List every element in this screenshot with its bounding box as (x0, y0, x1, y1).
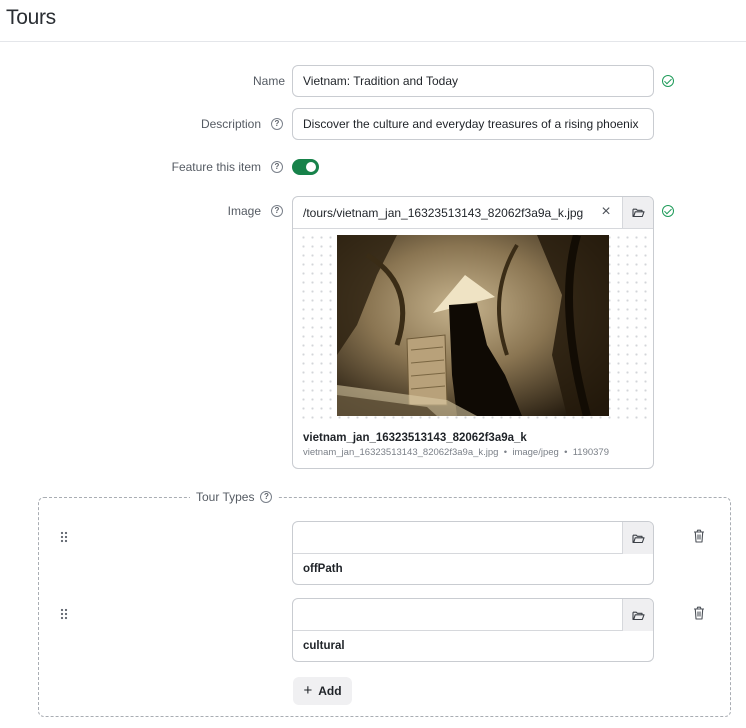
add-tour-type-button[interactable]: + Add (293, 677, 352, 705)
file-meta: vietnam_jan_16323513143_82062f3a9a_k.jpg… (303, 447, 609, 458)
tour-type-input[interactable] (293, 599, 653, 631)
tour-type-name: offPath (303, 563, 343, 575)
tour-photo (337, 235, 609, 416)
file-title: vietnam_jan_16323513143_82062f3a9a_k (303, 432, 527, 444)
browse-button[interactable] (622, 197, 653, 228)
description-label: Description (200, 117, 261, 131)
toggle-knob (306, 162, 316, 172)
file-name: vietnam_jan_16323513143_82062f3a9a_k.jpg (303, 447, 499, 458)
page-title: Tours (6, 6, 56, 29)
help-icon[interactable]: ? (271, 205, 283, 217)
plus-icon: + (303, 682, 313, 699)
browse-button[interactable] (622, 522, 653, 554)
feature-toggle[interactable] (292, 159, 319, 175)
image-label: Image (227, 204, 261, 218)
image-path-input[interactable]: /tours/vietnam_jan_16323513143_82062f3a9… (293, 197, 623, 228)
title-divider (0, 41, 746, 42)
image-field: /tours/vietnam_jan_16323513143_82062f3a9… (292, 196, 654, 469)
name-valid-check-icon (662, 75, 674, 87)
folder-icon (631, 208, 645, 218)
add-label: Add (318, 684, 342, 698)
divider (293, 228, 653, 229)
tour-types-legend: Tour Types ? (190, 490, 279, 504)
folder-icon (631, 534, 645, 543)
help-icon[interactable]: ? (260, 491, 273, 503)
help-icon[interactable]: ? (271, 161, 283, 173)
name-label: Name (252, 74, 285, 88)
file-size: 1190379 (572, 447, 609, 458)
description-input[interactable]: Discover the culture and everyday treasu… (292, 108, 654, 140)
browse-button[interactable] (622, 599, 653, 631)
tour-types-label: Tour Types (196, 490, 255, 504)
help-icon[interactable]: ? (271, 118, 283, 130)
image-preview (299, 233, 649, 419)
feature-label: Feature this item (171, 160, 261, 174)
tour-type-name: cultural (303, 640, 345, 652)
trash-icon[interactable] (693, 606, 705, 620)
tour-type-item: cultural (292, 598, 654, 662)
tour-type-item: offPath (292, 521, 654, 585)
drag-handle-icon[interactable] (60, 608, 68, 620)
name-input[interactable]: Vietnam: Tradition and Today (292, 65, 654, 97)
image-valid-check-icon (662, 205, 674, 217)
tour-type-input[interactable] (293, 522, 653, 554)
drag-handle-icon[interactable] (60, 531, 68, 543)
file-mime: image/jpeg (512, 447, 559, 458)
clear-icon[interactable]: × (598, 204, 614, 220)
folder-icon (631, 611, 645, 620)
trash-icon[interactable] (693, 529, 705, 543)
